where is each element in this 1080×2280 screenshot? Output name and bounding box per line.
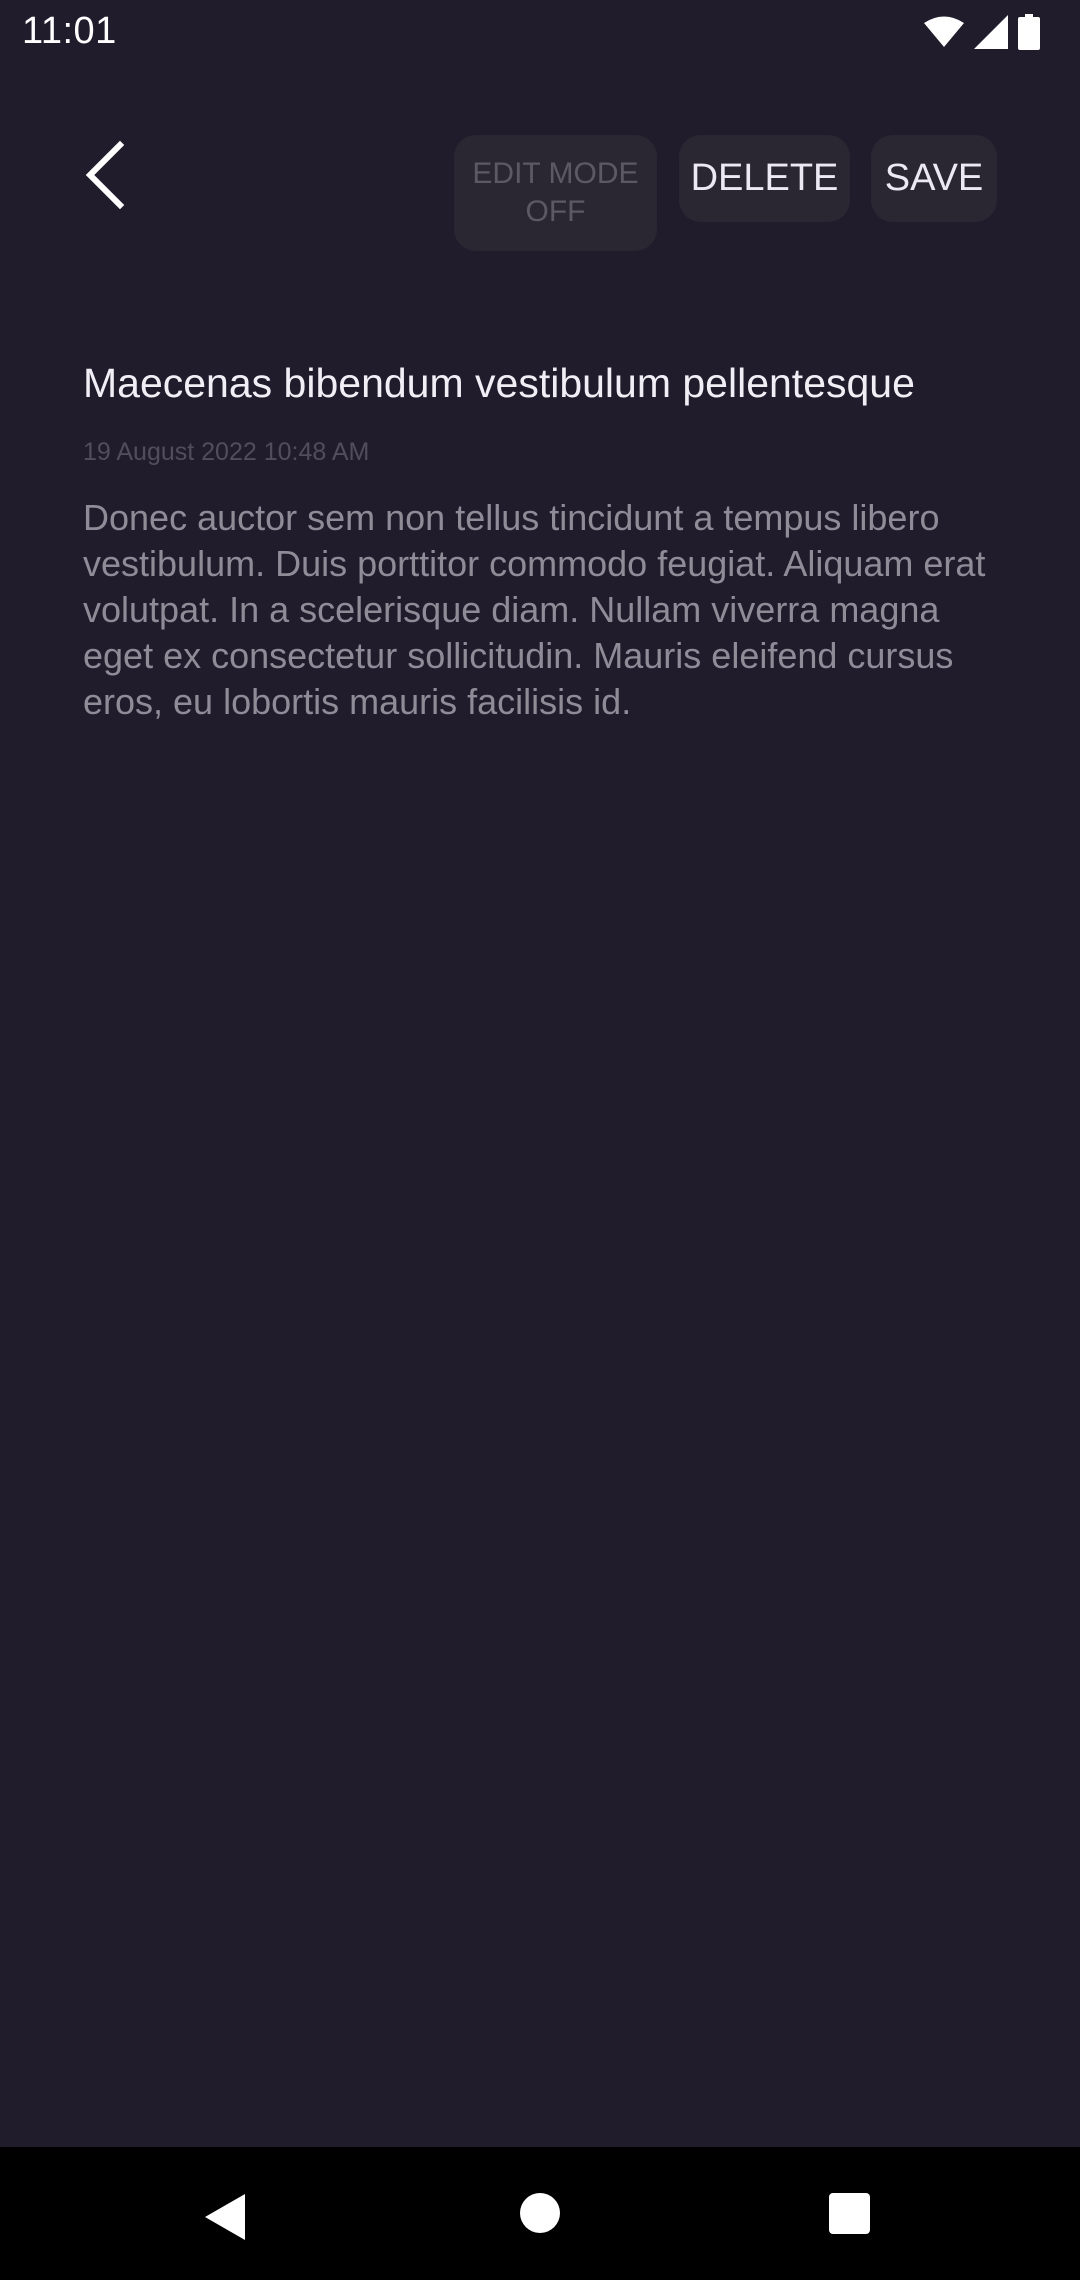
cellular-signal-icon — [974, 15, 1008, 49]
chevron-left-icon — [85, 140, 125, 210]
note-title: Maecenas bibendum vestibulum pellentesqu… — [83, 360, 915, 406]
home-circle-icon[interactable] — [520, 2193, 560, 2233]
status-bar: 11:01 — [0, 0, 1080, 66]
back-triangle-icon[interactable] — [205, 2194, 245, 2240]
save-button[interactable]: SAVE — [871, 135, 997, 222]
recents-square-icon[interactable] — [829, 2193, 870, 2234]
status-time: 11:01 — [22, 10, 117, 52]
note-detail-screen: 11:01 EDIT MODE OFF DELETE SAVE Maecenas… — [0, 0, 1080, 2280]
delete-button[interactable]: DELETE — [679, 135, 850, 222]
edit-mode-button[interactable]: EDIT MODE OFF — [454, 135, 657, 251]
battery-icon — [1018, 14, 1040, 50]
system-navigation-bar — [0, 2147, 1080, 2280]
wifi-icon — [924, 16, 964, 47]
back-button[interactable] — [72, 130, 136, 220]
status-icons — [924, 14, 1040, 50]
note-date: 19 August 2022 10:48 AM — [83, 438, 370, 466]
note-body: Donec auctor sem non tellus tincidunt a … — [83, 497, 986, 722]
